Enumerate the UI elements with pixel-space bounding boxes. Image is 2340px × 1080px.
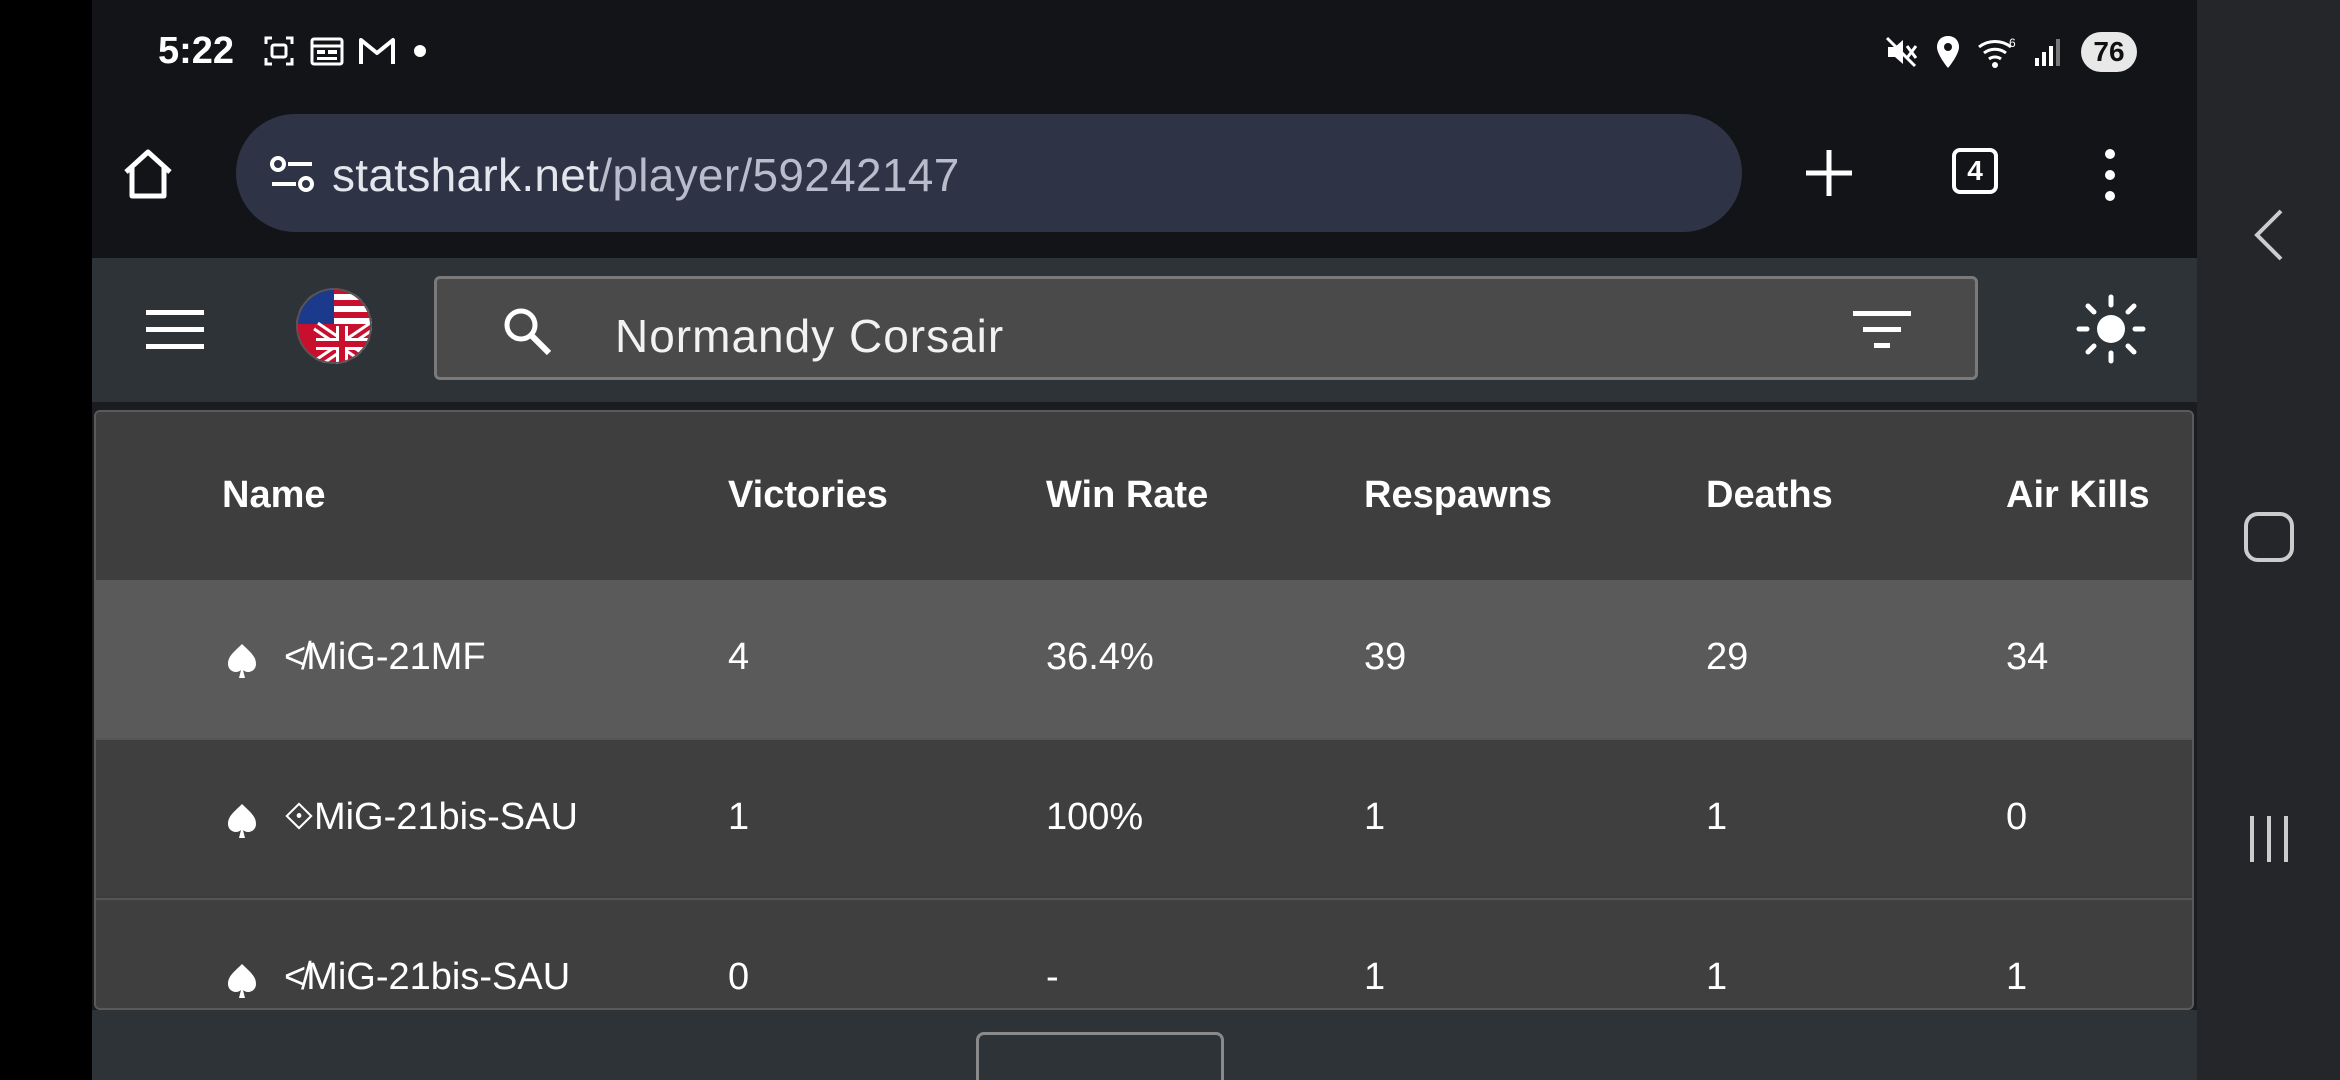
calendar-icon [310,37,344,66]
vehicle-name: ≮MiG-21MF [284,636,486,678]
svg-text:6: 6 [2009,36,2016,50]
premium-vehicle-icon [228,644,256,678]
home-square-icon [2243,512,2294,562]
cell-victories: 0 [728,956,750,998]
pagination-area [92,1010,2197,1080]
left-edge [0,0,92,1080]
vehicle-name: ≮MiG-21bis-SAU [284,956,571,998]
cell-victories: 1 [728,796,750,838]
column-header-deaths[interactable]: Deaths [1706,474,1833,517]
rows-per-page-select[interactable] [976,1032,1224,1080]
cell-win-rate: 36.4% [1046,636,1154,678]
site-settings-icon[interactable] [268,154,318,194]
system-navigation-bar [2197,0,2340,1080]
cell-deaths: 1 [1706,956,1728,998]
status-time: 5:22 [158,30,235,72]
back-button[interactable] [2197,180,2340,290]
system-status-icons: 6 76 [1883,32,2137,72]
phone-screen: 5:22 6 76 statshark.net/player/59242147 … [92,0,2197,1080]
dot-icon [414,45,426,57]
theme-toggle-icon[interactable] [2076,294,2146,364]
cell-respawns: 1 [1364,796,1386,838]
column-header-victories[interactable]: Victories [728,474,888,517]
screenshot-icon [264,36,294,66]
column-header-name[interactable]: Name [222,474,326,517]
recents-icon [2249,816,2288,862]
new-tab-icon[interactable] [1802,146,1856,200]
notification-icons [262,34,430,68]
cell-respawns: 39 [1364,636,1407,678]
cell-deaths: 29 [1706,636,1749,678]
cell-air-kills: 0 [2006,796,2028,838]
vehicle-type-marker: ⟐ [284,796,314,838]
column-header-win-rate[interactable]: Win Rate [1046,474,1208,517]
vehicle-name: ⟐MiG-21bis-SAU [284,796,578,838]
column-header-air-kills[interactable]: Air Kills [2006,474,2150,517]
cell-win-rate: - [1046,956,1059,998]
address-bar[interactable]: statshark.net/player/59242147 [236,114,1742,232]
search-icon [504,308,552,356]
cell-respawns: 1 [1364,956,1386,998]
more-options-icon[interactable] [2100,148,2120,202]
cell-deaths: 1 [1706,796,1728,838]
vehicle-type-marker: ≮ [284,636,307,678]
table-row[interactable]: ≮MiG-21MF 4 36.4% 39 29 34 [96,580,2192,738]
vehicle-type-marker: ≮ [284,956,307,998]
premium-vehicle-icon [228,804,256,838]
cell-victories: 4 [728,636,750,678]
status-bar: 5:22 6 76 [92,0,2197,100]
url-path: /player/59242147 [599,149,960,201]
vehicle-stats-table: Name Victories Win Rate Respawns Deaths … [94,410,2194,1010]
cell-win-rate: 100% [1046,796,1144,838]
column-header-respawns[interactable]: Respawns [1364,474,1552,517]
menu-icon[interactable] [146,308,204,352]
home-button[interactable] [2197,482,2340,592]
battery-level: 76 [2081,32,2137,72]
search-field[interactable]: Normandy Corsair [434,276,1978,380]
browser-toolbar: statshark.net/player/59242147 4 [92,100,2197,258]
tab-switcher-button[interactable]: 4 [1952,148,1998,194]
back-icon [2253,209,2282,261]
url-domain: statshark.net [332,149,600,201]
filter-icon[interactable] [1853,309,1911,351]
table-row[interactable]: ⟐MiG-21bis-SAU 1 100% 1 1 0 [96,738,2192,896]
app-bar: Normandy Corsair [92,258,2197,402]
location-icon [1937,36,1959,68]
search-input[interactable]: Normandy Corsair [615,309,1004,363]
table-row[interactable]: ≮MiG-21bis-SAU 0 - 1 1 1 [96,898,2192,1008]
recents-button[interactable] [2197,784,2340,894]
gmail-icon [359,38,395,64]
language-flag-icon[interactable] [296,288,372,364]
home-icon[interactable] [118,144,178,204]
table-scrollbar[interactable] [2192,418,2194,948]
signal-icon [2035,39,2060,66]
cell-air-kills: 34 [2006,636,2049,678]
cell-air-kills: 1 [2006,956,2028,998]
table-header: Name Victories Win Rate Respawns Deaths … [96,412,2192,580]
url-text[interactable]: statshark.net/player/59242147 [332,148,960,202]
mute-icon [1885,36,1918,68]
premium-vehicle-icon [228,964,256,998]
wifi-icon: 6 [1978,36,2016,68]
